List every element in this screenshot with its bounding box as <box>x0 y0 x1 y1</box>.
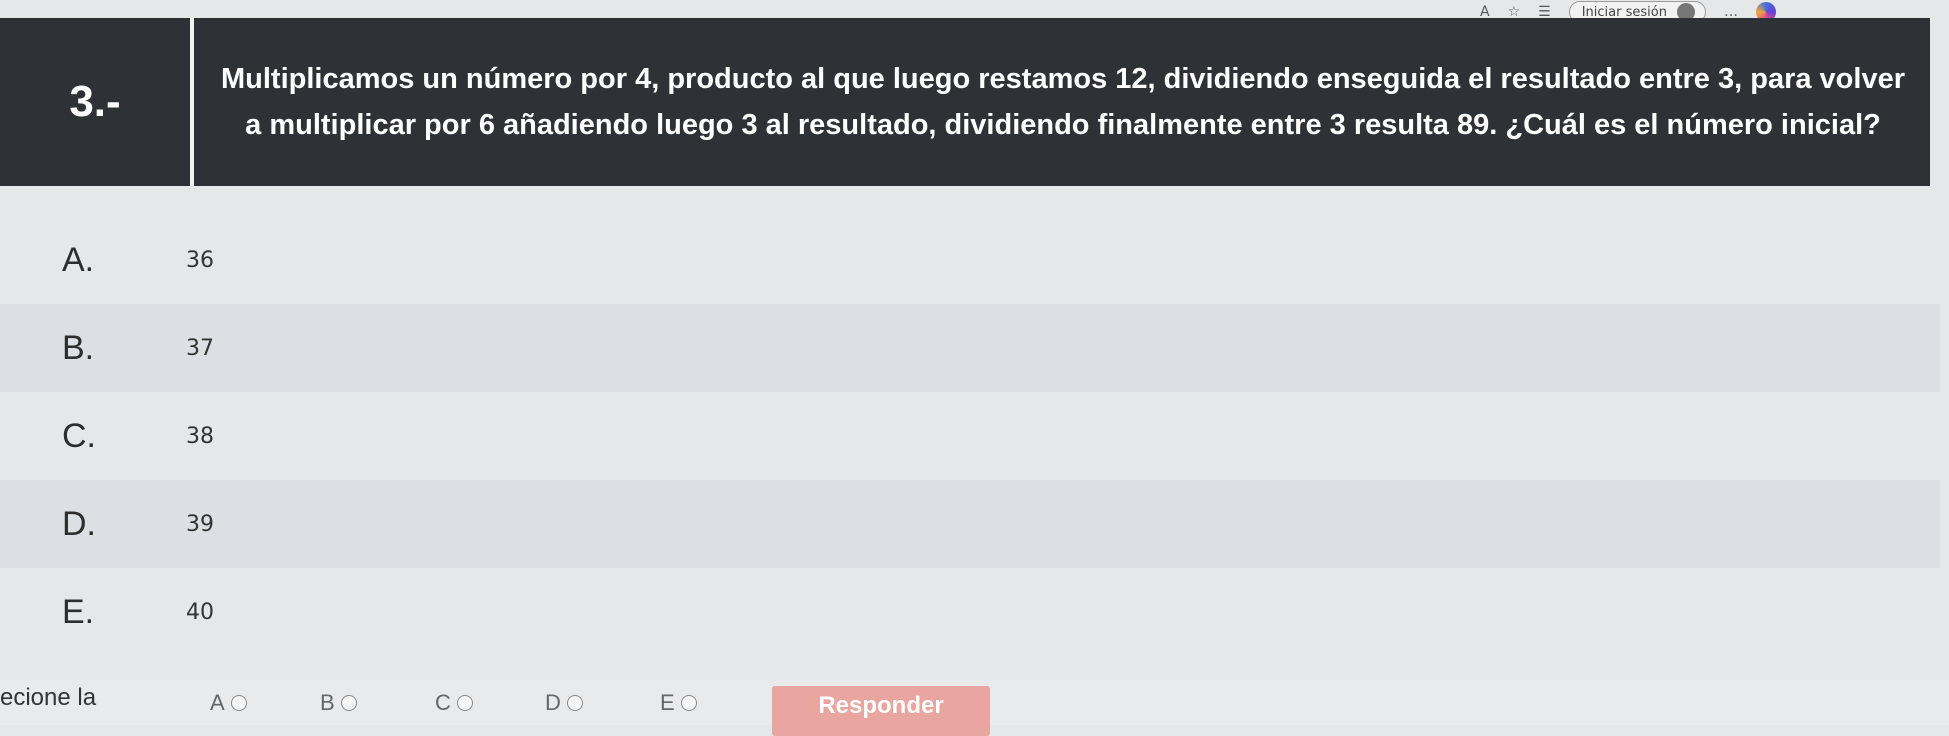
radio-label: D <box>545 690 561 715</box>
submit-button[interactable]: Responder <box>772 686 990 736</box>
question-header: 3.- Multiplicamos un número por 4, produ… <box>0 18 1930 186</box>
radio-label: A <box>210 690 225 715</box>
option-b[interactable]: B. 37 <box>0 304 1940 392</box>
radio-b[interactable]: B <box>320 690 357 716</box>
option-value: 37 <box>186 335 214 361</box>
option-letter: D. <box>62 504 96 543</box>
radio-circle-icon[interactable] <box>566 695 583 711</box>
radio-e[interactable]: E <box>660 690 697 716</box>
radio-label: E <box>660 690 675 715</box>
option-value: 40 <box>186 599 214 625</box>
option-letter: E. <box>62 592 95 631</box>
option-letter: C. <box>62 416 96 455</box>
option-a[interactable]: A. 36 <box>0 216 1940 304</box>
radio-label: C <box>435 690 451 715</box>
answer-label: ecione la <box>0 684 97 711</box>
radio-circle-icon[interactable] <box>230 695 247 711</box>
radio-d[interactable]: D <box>545 690 583 716</box>
radio-circle-icon[interactable] <box>680 695 697 711</box>
option-c[interactable]: C. 38 <box>0 392 1940 480</box>
option-letter: B. <box>62 328 95 367</box>
radio-a[interactable]: A <box>210 690 247 716</box>
option-value: 39 <box>186 511 214 537</box>
answer-selector: ecione la A B C D E Responder <box>0 680 1949 736</box>
option-letter: A. <box>62 240 95 279</box>
question-number: 3.- <box>0 18 194 186</box>
radio-circle-icon[interactable] <box>456 695 473 711</box>
radio-label: B <box>320 690 335 715</box>
options-list: A. 36 B. 37 C. 38 D. 39 E. 40 <box>0 216 1940 656</box>
option-value: 38 <box>186 423 214 449</box>
option-d[interactable]: D. 39 <box>0 480 1940 568</box>
question-text: Multiplicamos un número por 4, producto … <box>221 63 1905 141</box>
option-value: 36 <box>186 247 214 273</box>
radio-c[interactable]: C <box>435 690 473 716</box>
radio-circle-icon[interactable] <box>340 695 357 711</box>
option-e[interactable]: E. 40 <box>0 568 1940 656</box>
